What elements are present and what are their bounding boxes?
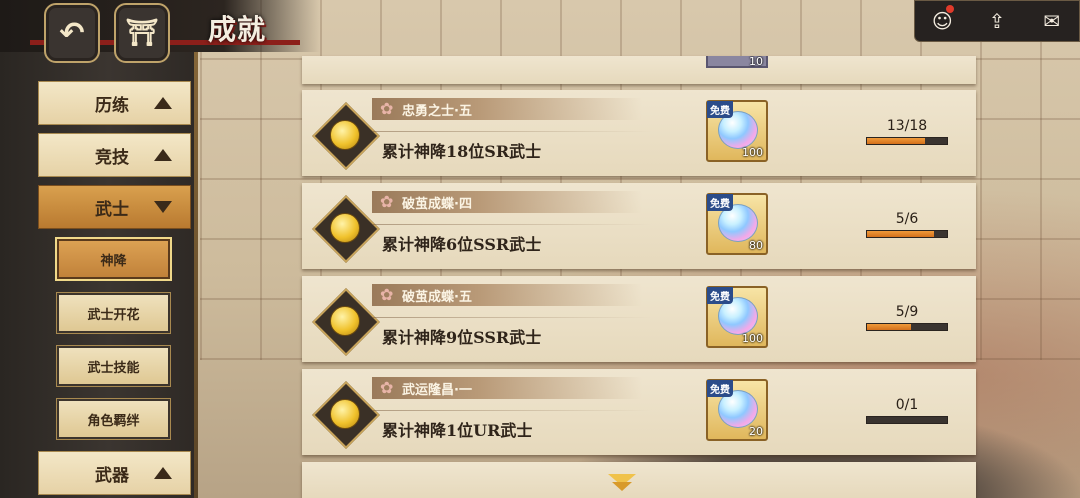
reward-item[interactable]: 免费 100 [706,286,768,348]
reward-quantity: 100 [742,332,763,345]
achievement-badge [312,381,380,449]
achievement-badge [312,288,380,356]
reward-quantity: 100 [742,146,763,159]
progress-text: 13/18 [886,118,928,134]
castle-icon: ⛩ [125,18,159,48]
category-jingji[interactable]: 竞技 [38,133,191,177]
progress-bar [866,323,948,331]
sakura-icon: ✿ [380,285,394,304]
rank-up-button[interactable]: ⇪ [979,9,1015,33]
bell-coin-icon [330,120,360,150]
progress-fill [867,324,912,330]
achievement-badge [312,195,380,263]
home-button[interactable]: ⛩ [114,3,170,63]
bell-coin-icon [330,399,360,429]
subcategory-wushi-jineng[interactable]: 武士技能 [56,345,171,387]
sakura-icon: ✿ [380,192,394,211]
chevron-up-icon [154,97,172,109]
bell-coin-icon [330,213,360,243]
reward-item[interactable]: 免费 20 [706,379,768,441]
progress-fill [867,138,925,144]
progress-bar [866,230,948,238]
free-tag: 免费 [707,287,733,304]
achievement-description: 累计神降18位SR武士 [382,142,542,161]
divider [372,410,652,411]
reward-quantity: 10 [749,56,763,68]
achievement-card-partial [302,462,976,498]
reward-item[interactable]: 免费 80 [706,193,768,255]
achievement-title: 破茧成蝶·四 [402,197,472,212]
achievement-card: ✿ 破茧成蝶·五 累计神降9位SSR武士 免费 100 5/9 [302,276,976,362]
scroll-down-icon-inner [612,482,632,491]
reward-item-partial: 10 [706,56,768,68]
divider [372,131,652,132]
category-wushi[interactable]: 武士 [38,185,191,229]
progress-text: 0/1 [895,397,919,413]
achievement-badge [312,102,380,170]
top-right-toolbar: ☺ ⇪ ✉ [914,0,1080,42]
reward-quantity: 20 [749,425,763,438]
achievement-card: ✿ 武运隆昌·一 累计神降1位UR武士 免费 20 0/1 [302,369,976,455]
page-title: 成就 [208,13,267,46]
category-label: 历练 [95,95,129,116]
progress-fill [867,231,934,237]
divider [372,317,652,318]
free-tag: 免费 [707,101,733,118]
progress-bar [866,416,948,424]
rank-up-icon: ⇪ [988,9,1006,33]
progress-bar [866,137,948,145]
notification-dot [946,5,955,13]
subcategory-wushi-kaihua[interactable]: 武士开花 [56,292,171,334]
category-label: 武器 [95,465,129,486]
divider [372,224,652,225]
back-button[interactable]: ↶ [44,3,100,63]
achievement-title: 忠勇之士·五 [402,104,472,119]
bell-coin-icon [330,306,360,336]
achievement-title: 武运隆昌·一 [402,383,472,398]
chevron-down-icon [154,201,172,213]
sakura-icon: ✿ [380,378,394,397]
mail-icon: ✉ [1043,9,1061,33]
achievement-card-partial: 10 [302,56,976,84]
sakura-icon: ✿ [380,99,394,118]
chevron-up-icon [154,149,172,161]
subcategory-shenjiang[interactable]: 神降 [55,237,172,281]
achievement-title: 破茧成蝶·五 [402,290,472,305]
achievement-description: 累计神降6位SSR武士 [382,235,542,254]
category-label: 武士 [95,199,129,220]
category-label: 竞技 [95,147,129,168]
free-tag: 免费 [707,194,733,211]
subcategory-juese-jiban[interactable]: 角色羁绊 [56,398,171,440]
achievement-card: ✿ 破茧成蝶·四 累计神降6位SSR武士 免费 80 5/6 [302,183,976,269]
mail-button[interactable]: ✉ [1034,9,1070,33]
progress-text: 5/6 [895,211,919,227]
achievement-description: 累计神降1位UR武士 [382,421,533,440]
progress-text: 5/9 [895,304,919,320]
reward-item[interactable]: 免费 100 [706,100,768,162]
character-notice-button[interactable]: ☺ [924,5,960,33]
achievement-description: 累计神降9位SSR武士 [382,328,542,347]
category-wuqi[interactable]: 武器 [38,451,191,495]
back-arrow-icon: ↶ [59,15,85,51]
reward-quantity: 80 [749,239,763,252]
chevron-up-icon [154,467,172,479]
achievement-card: ✿ 忠勇之士·五 累计神降18位SR武士 免费 100 13/18 [302,90,976,176]
free-tag: 免费 [707,380,733,397]
category-lilian[interactable]: 历练 [38,81,191,125]
